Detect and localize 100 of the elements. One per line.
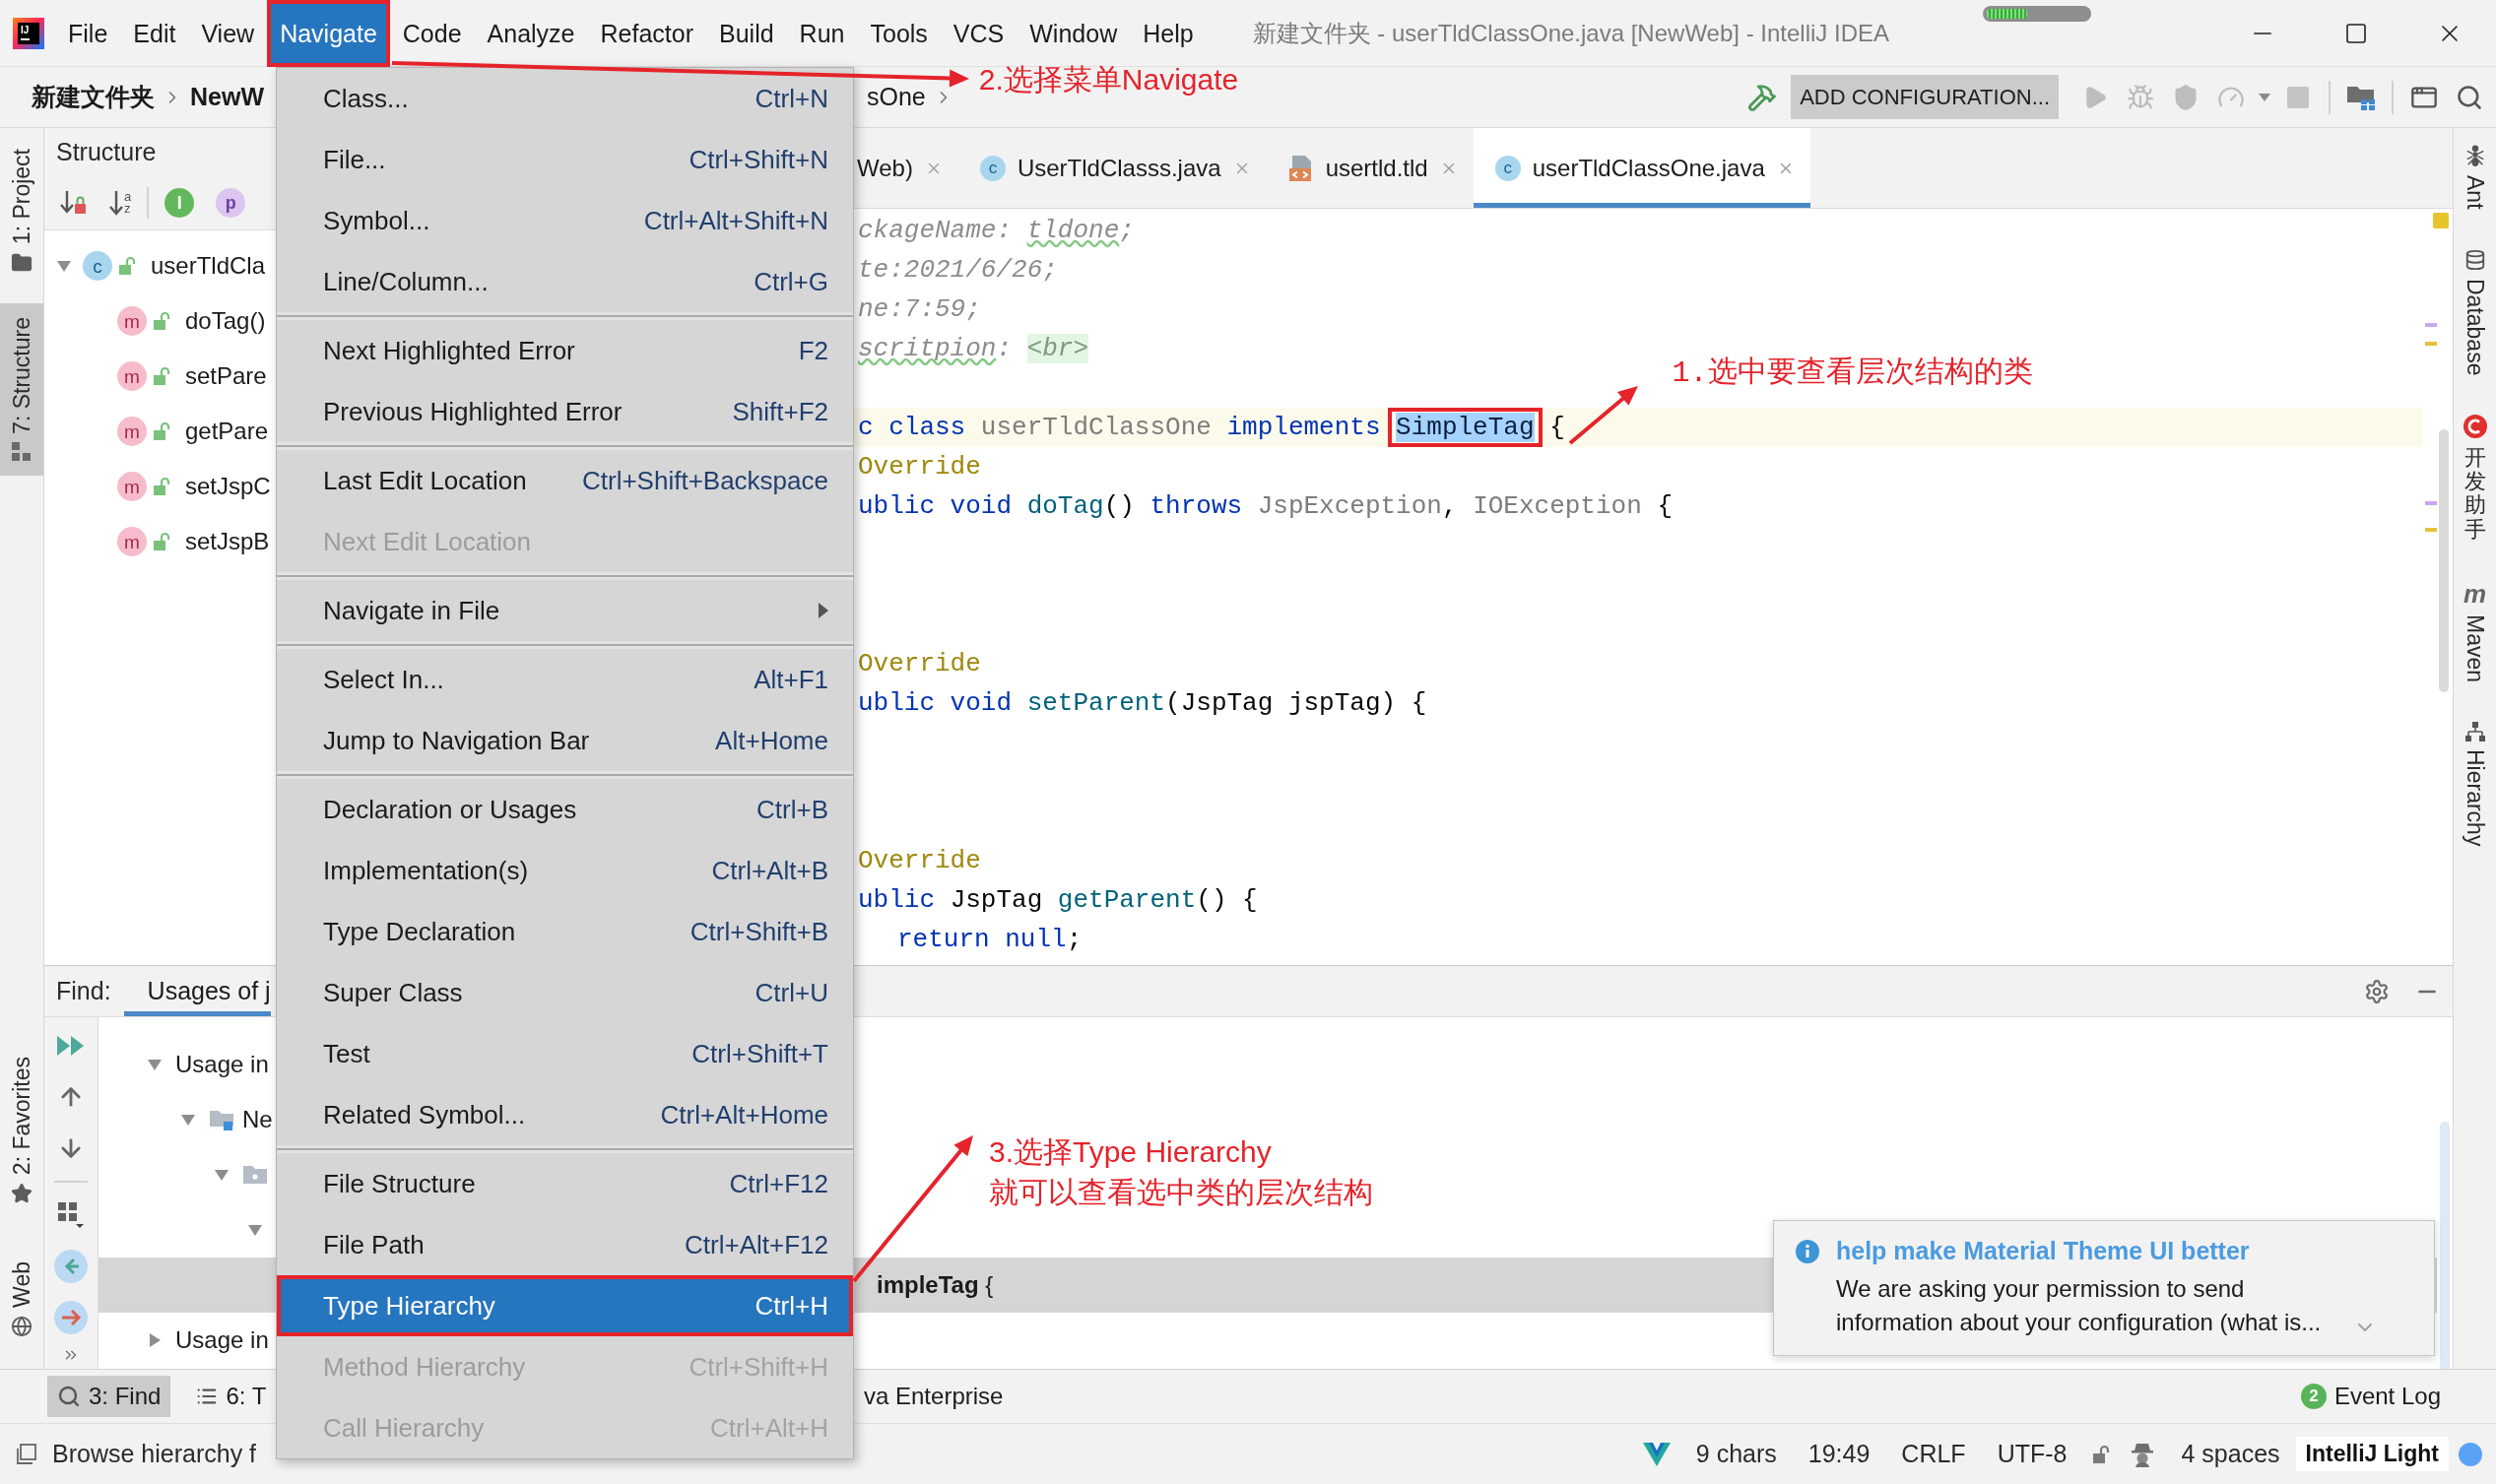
v-logo-icon[interactable]	[1642, 1442, 1671, 1466]
event-log-button[interactable]: 2 Event Log	[2300, 1383, 2441, 1410]
menu-bar-item[interactable]: Navigate	[267, 0, 390, 67]
tool-window-button[interactable]: va Enterprise	[854, 1376, 1014, 1417]
tree-item[interactable]: m doTag()	[44, 293, 266, 349]
tool-window-button[interactable]: 3: Find	[47, 1376, 171, 1417]
folder-grid-icon[interactable]	[2346, 84, 2376, 110]
count-badge: 2	[2300, 1384, 2327, 1409]
menu-bar-item[interactable]: VCS	[940, 0, 1018, 67]
add-configuration-button[interactable]: ADD CONFIGURATION...	[1791, 75, 2059, 119]
menu-bar-item[interactable]: Refactor	[587, 0, 706, 67]
line-separator[interactable]: CRLF	[1885, 1440, 1982, 1468]
menu-item[interactable]: Declaration or Usages Ctrl+B	[277, 779, 853, 840]
caret-position[interactable]: 19:49	[1792, 1440, 1886, 1468]
menu-bar-item[interactable]: Help	[1130, 0, 1207, 67]
tool-window-button[interactable]: 2: Favorites	[0, 1042, 43, 1219]
theme-name[interactable]: IntelliJ Light	[2295, 1437, 2449, 1471]
code-line: Override	[858, 845, 981, 877]
menu-item[interactable]: Next Highlighted Error F2	[277, 320, 853, 381]
menu-item[interactable]: Last Edit Location Ctrl+Shift+Backspace	[277, 450, 853, 511]
menu-bar-item[interactable]: Code	[389, 0, 475, 67]
breadcrumb[interactable]: 新建文件夹	[32, 81, 155, 113]
menu-bar-item[interactable]: Tools	[857, 0, 941, 67]
search-icon[interactable]	[2456, 83, 2483, 111]
tree-item[interactable]: Usage in	[99, 1037, 269, 1092]
selection-count[interactable]: 9 chars	[1679, 1440, 1793, 1468]
menu-bar-item[interactable]: Analyze	[474, 0, 588, 67]
triangle-down-icon[interactable]	[147, 1057, 163, 1072]
menu-item[interactable]: Class... Ctrl+N	[277, 68, 853, 129]
menu-item[interactable]: Line/Column... Ctrl+G	[277, 251, 853, 312]
tree-item[interactable]: m setJspC	[44, 459, 271, 514]
double-play-icon[interactable]	[57, 1035, 85, 1057]
menu-item[interactable]: Jump to Navigation Bar Alt+Home	[277, 710, 853, 771]
breadcrumb[interactable]: NewW	[190, 83, 264, 111]
class-file-icon: c	[979, 155, 1006, 181]
menu-shortcut: Ctrl+Alt+B	[711, 856, 828, 885]
triangle-down-icon[interactable]	[180, 1112, 196, 1128]
menu-bar-item[interactable]: View	[188, 0, 268, 67]
editor-tab[interactable]: c UserTldClasss.java	[957, 128, 1267, 208]
unlocked-padlock-icon	[118, 256, 136, 276]
breadcrumb[interactable]: sOne	[867, 83, 926, 111]
tree-item[interactable]: m setJspB	[44, 514, 270, 569]
code-line: ublic JspTag getParent() {	[858, 884, 1258, 917]
triangle-down-icon[interactable]	[247, 1222, 263, 1238]
menu-item[interactable]: File Structure Ctrl+F12	[277, 1153, 853, 1214]
method-icon: m	[117, 472, 147, 501]
menu-item[interactable]: File Path Ctrl+Alt+F12	[277, 1214, 853, 1275]
indent-setting[interactable]: 4 spaces	[2165, 1440, 2296, 1468]
grid-icon[interactable]	[57, 1201, 85, 1229]
menu-item[interactable]: Related Symbol... Ctrl+Alt+Home	[277, 1084, 853, 1145]
triangle-right-icon[interactable]	[147, 1332, 163, 1348]
tree-item[interactable]: Usage in	[99, 1313, 269, 1368]
tool-window-button[interactable]: Ant	[2463, 144, 2486, 210]
hat-person-icon[interactable]	[2130, 1441, 2156, 1467]
file-encoding[interactable]: UTF-8	[1981, 1440, 2083, 1468]
editor-tab[interactable]: usertld.tld	[1266, 128, 1474, 208]
tool-window-button[interactable]: 7: Structure	[0, 303, 43, 477]
menu-item[interactable]: File... Ctrl+Shift+N	[277, 129, 853, 190]
menu-item[interactable]: Super Class Ctrl+U	[277, 962, 853, 1023]
menu-shortcut: Ctrl+H	[755, 1291, 828, 1321]
menu-bar-item[interactable]: Build	[706, 0, 787, 67]
hammer-icon[interactable]	[1747, 82, 1778, 112]
tool-window-button[interactable]: Web	[0, 1248, 43, 1351]
tree-item[interactable]: Ne	[99, 1092, 273, 1147]
menu-bar-item[interactable]: Edit	[120, 0, 189, 67]
triangle-down-icon[interactable]	[56, 258, 72, 274]
menu-item[interactable]: Type Hierarchy Ctrl+H	[277, 1275, 853, 1336]
unlocked-padlock-icon	[2092, 1444, 2111, 1464]
editor-tab[interactable]: c userTldClassOne.java	[1473, 128, 1810, 208]
menu-item[interactable]: Previous Highlighted Error Shift+F2	[277, 381, 853, 442]
menu-item[interactable]: Implementation(s) Ctrl+Alt+B	[277, 840, 853, 901]
tree-item[interactable]: m setPare	[44, 349, 267, 404]
menu-item[interactable]: Test Ctrl+Shift+T	[277, 1023, 853, 1084]
settings-icon[interactable]	[2364, 978, 2390, 1004]
menu-bar-item[interactable]: Run	[786, 0, 858, 67]
maximize-icon[interactable]	[2343, 21, 2368, 45]
code-line: scritpion: <br>	[858, 333, 1089, 365]
hierarchy-icon	[2464, 721, 2485, 742]
tool-window-button[interactable]: 开发助手	[2463, 415, 2487, 542]
tree-item[interactable]: m getPare	[44, 404, 269, 459]
stacked-squares-icon[interactable]	[16, 1443, 37, 1465]
menu-bar-item[interactable]: File	[55, 0, 121, 67]
menu-item[interactable]: Select In... Alt+F1	[277, 649, 853, 710]
code-line: te:2021/6/26;	[858, 254, 1058, 287]
menu-item[interactable]: Symbol... Ctrl+Alt+Shift+N	[277, 190, 853, 251]
tool-window-button[interactable]: m Maven	[2463, 580, 2487, 682]
ring-logo-icon	[2463, 415, 2487, 438]
code-line: Override	[858, 451, 981, 484]
method-icon: m	[117, 306, 147, 336]
tool-window-button[interactable]: 6: T	[186, 1376, 277, 1417]
triangle-down-icon[interactable]	[214, 1167, 230, 1183]
tool-window-button[interactable]: Database	[2463, 248, 2486, 375]
menu-item[interactable]: Type Declaration Ctrl+Shift+B	[277, 901, 853, 962]
property-icon[interactable]: p	[216, 187, 246, 218]
tool-window-button[interactable]: 1: Project	[0, 135, 43, 289]
tool-window-button[interactable]: Hierarchy	[2463, 721, 2486, 847]
menu-item[interactable]: Navigate in File	[277, 580, 853, 641]
editor-tab[interactable]: Web)	[854, 128, 958, 208]
error-stripe-mark	[2425, 528, 2437, 532]
tree-item[interactable]: c userTldCla	[44, 238, 266, 293]
